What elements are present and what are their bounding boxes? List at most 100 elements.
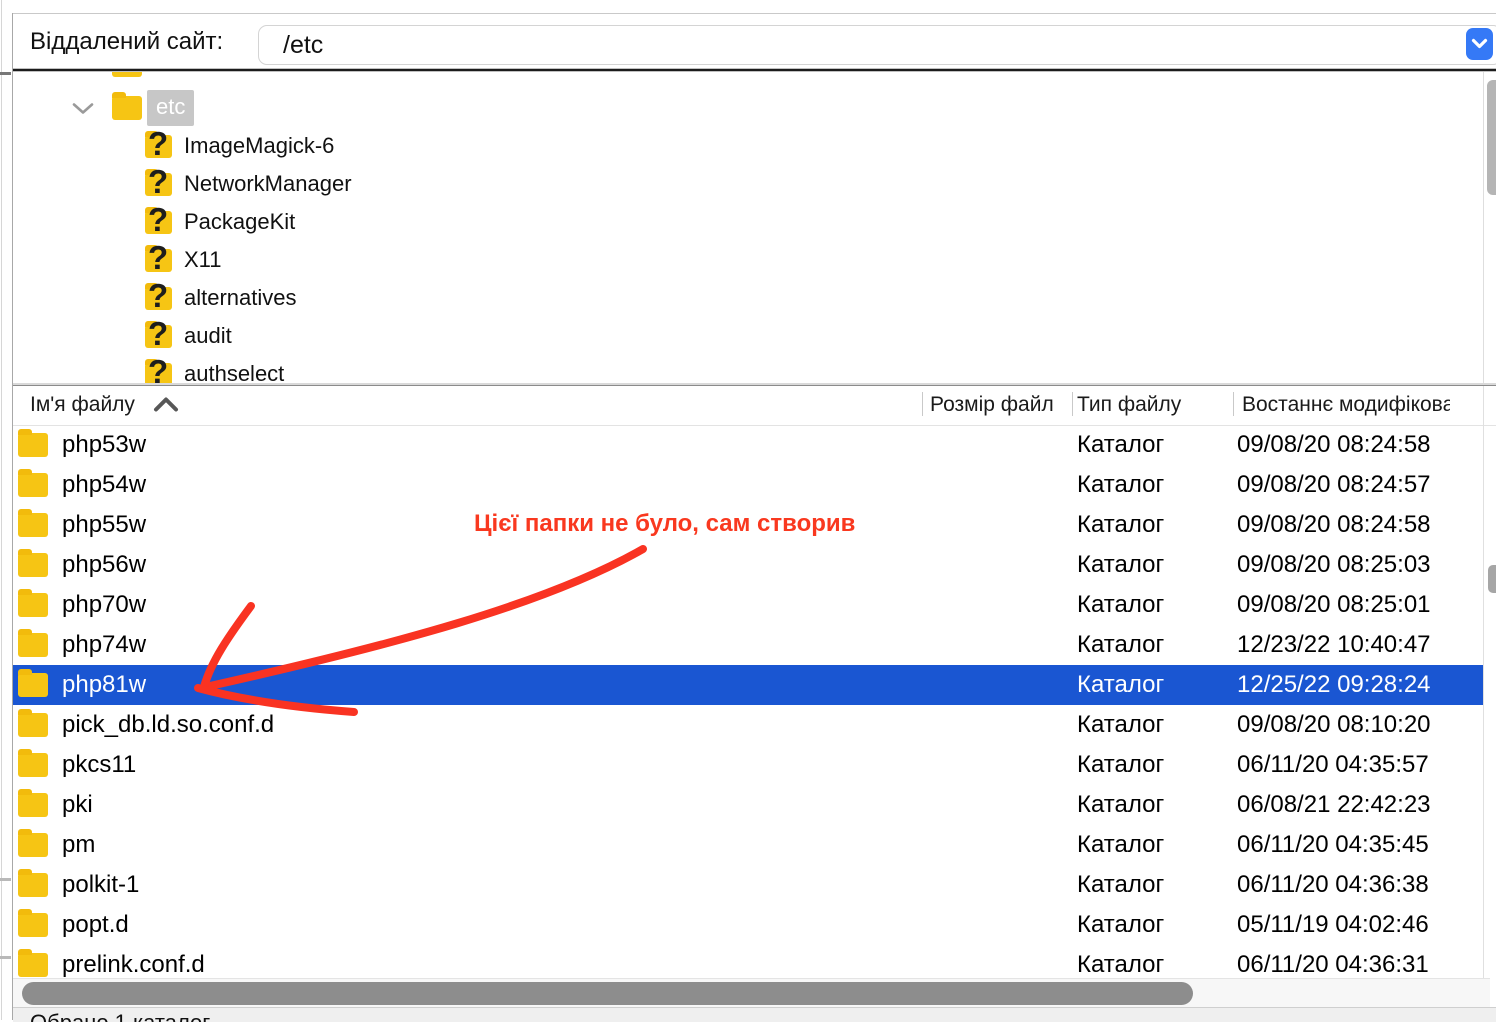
tree-item-label: audit	[184, 323, 232, 349]
tree-item-label: ImageMagick-6	[184, 133, 334, 159]
cell-modified: 12/25/22 09:28:24	[1237, 671, 1431, 699]
unknown-folder-icon: ?	[145, 173, 172, 196]
folder-icon	[18, 753, 48, 777]
cell-modified: 09/08/20 08:25:01	[1237, 591, 1431, 619]
cell-modified: 09/08/20 08:24:58	[1237, 511, 1431, 539]
cell-modified: 09/08/20 08:24:57	[1237, 471, 1431, 499]
tree-item[interactable]: ? ImageMagick-6	[13, 127, 1496, 165]
remote-site-combobox[interactable]: /etc	[258, 25, 1496, 65]
table-row[interactable]: popt.d Каталог 05/11/19 04:02:46	[13, 905, 1496, 945]
table-row[interactable]: php54w Каталог 09/08/20 08:24:57	[13, 465, 1496, 505]
column-header-name[interactable]: Ім'я файлу	[30, 393, 135, 417]
column-divider[interactable]	[922, 392, 923, 416]
chevron-down-icon	[1471, 38, 1488, 50]
cell-filetype: Каталог	[1077, 831, 1164, 859]
question-mark-glyph: ?	[148, 241, 168, 274]
gutter-mark	[0, 72, 11, 75]
table-row[interactable]: php81w Каталог 12/25/22 09:28:24	[13, 665, 1483, 705]
column-divider[interactable]	[1233, 392, 1234, 416]
file-rows: php53w Каталог 09/08/20 08:24:58 php54w …	[13, 425, 1496, 985]
cell-filetype: Каталог	[1077, 791, 1164, 819]
cell-modified: 12/23/22 10:40:47	[1237, 631, 1431, 659]
list-scrollbar-track	[1483, 386, 1484, 978]
cell-filename: polkit-1	[62, 871, 139, 899]
cell-filetype: Каталог	[1077, 951, 1164, 979]
cell-filename: pm	[62, 831, 95, 859]
tree-item-label: alternatives	[184, 285, 297, 311]
table-row[interactable]: pm Каталог 06/11/20 04:35:45	[13, 825, 1496, 865]
tree-item[interactable]: ? NetworkManager	[13, 165, 1496, 203]
cell-filename: php81w	[62, 671, 146, 699]
table-row[interactable]: php70w Каталог 09/08/20 08:25:01	[13, 585, 1496, 625]
horizontal-scrollbar-thumb[interactable]	[22, 982, 1193, 1005]
cell-filetype: Каталог	[1077, 711, 1164, 739]
tree-item[interactable]: ? alternatives	[13, 279, 1496, 317]
gutter-mark	[0, 878, 11, 881]
table-row[interactable]: pick_db.ld.so.conf.d Каталог 09/08/20 08…	[13, 705, 1496, 745]
table-row[interactable]: pkcs11 Каталог 06/11/20 04:35:57	[13, 745, 1496, 785]
cell-filetype: Каталог	[1077, 551, 1164, 579]
unknown-folder-icon: ?	[145, 287, 172, 310]
status-text: Обрано 1 каталог	[30, 1010, 210, 1022]
cell-filetype: Каталог	[1077, 671, 1164, 699]
column-header-modified[interactable]: Востаннє модифіковано	[1242, 393, 1450, 417]
tree-scrollbar-track	[1483, 72, 1484, 385]
cell-modified: 06/11/20 04:36:31	[1237, 951, 1429, 979]
table-row[interactable]: pki Каталог 06/08/21 22:42:23	[13, 785, 1496, 825]
expander-chevron-icon[interactable]	[70, 89, 96, 127]
tree-item-label-selected: etc	[147, 90, 194, 126]
cell-filetype: Каталог	[1077, 871, 1164, 899]
cell-filename: pkcs11	[62, 751, 136, 779]
tree-item-etc[interactable]: etc	[70, 89, 194, 127]
cell-filetype: Каталог	[1077, 911, 1164, 939]
remote-site-dropdown-button[interactable]	[1466, 28, 1493, 60]
folder-icon	[18, 873, 48, 897]
folder-icon	[18, 473, 48, 497]
tree-item[interactable]: ? X11	[13, 241, 1496, 279]
tree-children: ? ImageMagick-6 ? NetworkManager ? Packa…	[13, 127, 1496, 385]
folder-icon	[18, 713, 48, 737]
unknown-folder-icon: ?	[145, 211, 172, 234]
cell-filetype: Каталог	[1077, 471, 1164, 499]
tree-item[interactable]: ? PackageKit	[13, 203, 1496, 241]
cell-modified: 06/08/21 22:42:23	[1237, 791, 1431, 819]
cell-modified: 06/11/20 04:36:38	[1237, 871, 1429, 899]
cell-filetype: Каталог	[1077, 431, 1164, 459]
tree-item-label: NetworkManager	[184, 171, 352, 197]
folder-icon	[112, 96, 142, 120]
horizontal-scrollbar-track[interactable]	[13, 978, 1490, 1008]
folder-icon	[18, 513, 48, 537]
table-row[interactable]: php74w Каталог 12/23/22 10:40:47	[13, 625, 1496, 665]
column-header-size[interactable]: Розмір файлу	[930, 393, 1053, 417]
folder-icon	[18, 633, 48, 657]
cell-filetype: Каталог	[1077, 591, 1164, 619]
tree-item-label: authselect	[184, 361, 284, 385]
column-divider[interactable]	[1072, 392, 1073, 416]
remote-site-path: /etc	[283, 29, 323, 61]
cell-filename: popt.d	[62, 911, 129, 939]
remote-directory-tree: dev etc ? ImageMagick-6 ? NetworkManager…	[13, 72, 1496, 385]
cell-filetype: Каталог	[1077, 511, 1164, 539]
tree-item[interactable]: ? authselect	[13, 355, 1496, 385]
cell-filename: pick_db.ld.so.conf.d	[62, 711, 274, 739]
sort-ascending-icon[interactable]	[152, 396, 180, 418]
cell-filename: pki	[62, 791, 93, 819]
pane-edge-line	[1, 0, 2, 1020]
cell-filename: php53w	[62, 431, 146, 459]
question-mark-glyph: ?	[148, 279, 168, 312]
cell-filetype: Каталог	[1077, 631, 1164, 659]
folder-icon	[18, 833, 48, 857]
tree-scrollbar-thumb[interactable]	[1487, 80, 1496, 195]
list-scrollbar-thumb[interactable]	[1488, 565, 1496, 593]
tree-item[interactable]: ? audit	[13, 317, 1496, 355]
column-header-type[interactable]: Тип файлу	[1077, 393, 1181, 417]
cell-filename: php54w	[62, 471, 146, 499]
tree-item-cut[interactable]: dev	[112, 72, 185, 84]
cell-filetype: Каталог	[1077, 751, 1164, 779]
table-row[interactable]: php53w Каталог 09/08/20 08:24:58	[13, 425, 1496, 465]
remote-site-label: Віддалений сайт:	[30, 23, 223, 61]
table-row[interactable]: php56w Каталог 09/08/20 08:25:03	[13, 545, 1496, 585]
cell-modified: 06/11/20 04:35:45	[1237, 831, 1429, 859]
table-row[interactable]: polkit-1 Каталог 06/11/20 04:36:38	[13, 865, 1496, 905]
cell-modified: 09/08/20 08:24:58	[1237, 431, 1431, 459]
